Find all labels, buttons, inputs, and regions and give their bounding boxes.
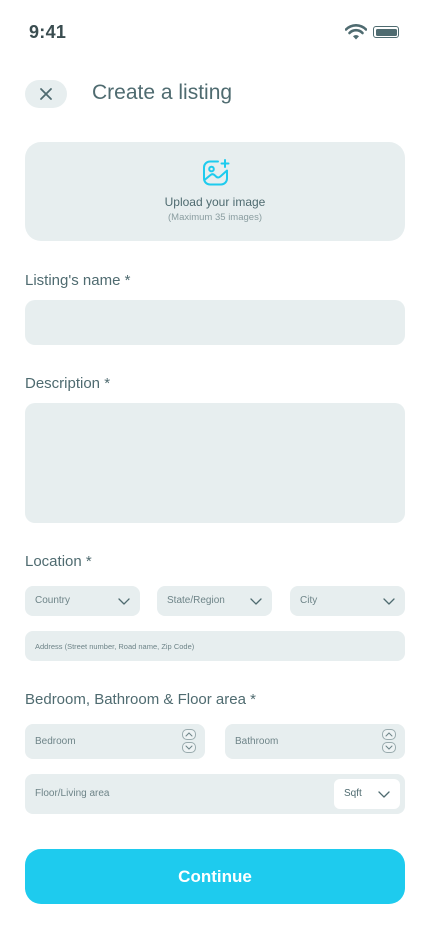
bedroom-decrement-button[interactable]	[182, 742, 196, 753]
upload-title: Upload your image	[164, 195, 266, 209]
chevron-down-icon	[118, 598, 130, 605]
city-select[interactable]: City	[290, 586, 405, 616]
chevron-down-icon	[185, 745, 193, 750]
address-placeholder: Address (Street number, Road name, Zip C…	[35, 642, 195, 651]
description-input[interactable]	[25, 403, 405, 523]
listing-name-label: Listing's name *	[25, 272, 131, 289]
bedroom-stepper[interactable]: Bedroom	[25, 724, 205, 759]
upload-subtitle: (Maximum 35 images)	[168, 212, 262, 223]
continue-button[interactable]: Continue	[25, 849, 405, 904]
chevron-down-icon	[383, 598, 395, 605]
floor-area-placeholder: Floor/Living area	[35, 788, 110, 799]
chevron-up-icon	[385, 732, 393, 737]
bathroom-stepper[interactable]: Bathroom	[225, 724, 405, 759]
state-select[interactable]: State/Region	[157, 586, 272, 616]
city-placeholder: City	[300, 595, 318, 606]
unit-select[interactable]: Sqft	[334, 779, 400, 809]
floor-area-input[interactable]: Floor/Living area Sqft	[25, 774, 405, 814]
address-input[interactable]: Address (Street number, Road name, Zip C…	[25, 631, 405, 661]
wifi-icon	[345, 24, 367, 40]
country-placeholder: Country	[35, 595, 71, 606]
chevron-down-icon	[385, 745, 393, 750]
bathroom-decrement-button[interactable]	[382, 742, 396, 753]
rooms-label: Bedroom, Bathroom & Floor area *	[25, 691, 256, 708]
description-label: Description *	[25, 375, 111, 392]
bedroom-increment-button[interactable]	[182, 729, 196, 740]
unit-value: Sqft	[344, 788, 362, 799]
battery-icon	[373, 26, 399, 38]
listing-name-input[interactable]	[25, 300, 405, 345]
close-button[interactable]	[25, 80, 67, 108]
bedroom-placeholder: Bedroom	[35, 736, 76, 747]
page-title: Create a listing	[92, 81, 233, 104]
bathroom-increment-button[interactable]	[382, 729, 396, 740]
state-placeholder: State/Region	[167, 595, 225, 606]
close-icon	[40, 88, 52, 100]
upload-image-area[interactable]: Upload your image (Maximum 35 images)	[25, 142, 405, 241]
chevron-down-icon	[378, 791, 390, 798]
image-add-icon	[203, 159, 230, 186]
bathroom-placeholder: Bathroom	[235, 736, 279, 747]
chevron-up-icon	[185, 732, 193, 737]
chevron-down-icon	[250, 598, 262, 605]
location-label: Location *	[25, 553, 92, 570]
country-select[interactable]: Country	[25, 586, 140, 616]
status-time: 9:41	[29, 22, 67, 42]
